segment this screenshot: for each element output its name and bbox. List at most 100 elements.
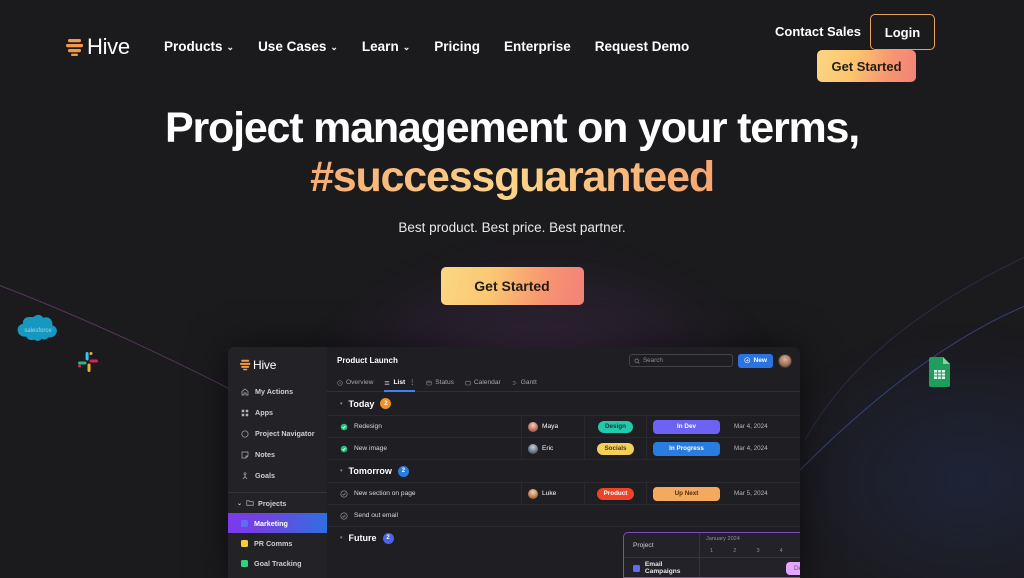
chevron-down-icon: ▾ xyxy=(340,468,343,474)
task-label-cell[interactable]: Socials xyxy=(584,437,646,460)
top-navigation: Hive Products ⌄ Use Cases ⌄ Learn ⌄ Pric… xyxy=(0,0,1024,92)
tab-status-label: Status xyxy=(435,379,454,386)
task-label-cell[interactable]: Product xyxy=(584,482,646,505)
get-started-hero-button[interactable]: Get Started xyxy=(440,266,584,305)
tab-gantt-label: Gantt xyxy=(520,379,537,386)
table-row[interactable]: Send out email xyxy=(327,504,800,526)
task-assignee[interactable]: Eric xyxy=(521,437,584,460)
hero-headline-line2: #successguaranteed xyxy=(0,153,1024,202)
tab-list[interactable]: List ⋮ xyxy=(384,374,415,392)
gantt-day: 5 xyxy=(793,548,800,554)
sidebar-item-notes[interactable]: Notes xyxy=(228,444,327,465)
task-due-date: Mar 5, 2024 xyxy=(734,490,768,497)
gantt-task-bar[interactable]: Design email templates xyxy=(786,562,800,575)
task-status-cell[interactable]: Up Next xyxy=(646,482,726,505)
app-topbar: Product Launch Search New xyxy=(327,347,800,374)
task-name: Redesign xyxy=(354,423,382,430)
app-sidebar: Hive My Actions Apps Project Navigator N… xyxy=(228,347,327,578)
nav-item-use-cases[interactable]: Use Cases ⌄ xyxy=(258,39,338,54)
sidebar-item-project-navigator[interactable]: Project Navigator xyxy=(228,423,327,444)
group-label-today: Today xyxy=(348,398,375,409)
tab-calendar-label: Calendar xyxy=(473,379,501,386)
tab-calendar[interactable]: Calendar xyxy=(465,374,501,392)
home-icon xyxy=(241,388,249,395)
task-status-cell[interactable]: In Progress xyxy=(646,437,726,460)
nav-item-pricing[interactable]: Pricing xyxy=(434,39,480,54)
sidebar-project-goal-tracking[interactable]: Goal Tracking xyxy=(228,553,327,573)
hero-section: Project management on your terms, #succe… xyxy=(0,105,1024,305)
task-assignee[interactable]: Maya xyxy=(521,415,584,438)
chevron-down-icon: ▾ xyxy=(340,535,343,541)
nav-item-enterprise[interactable]: Enterprise xyxy=(504,39,571,54)
group-count-badge: 2 xyxy=(380,398,392,409)
sidebar-project-pr-comms-label: PR Comms xyxy=(254,538,293,548)
gantt-row-label: Email Campaigns xyxy=(644,561,681,575)
tab-overview[interactable]: Overview xyxy=(337,374,373,392)
chevron-down-icon: ⌄ xyxy=(402,42,411,52)
note-icon xyxy=(241,451,249,458)
gantt-header: Project January 2024 1 2 3 4 5 6 7 8 9 1… xyxy=(624,533,800,557)
gantt-timeline-header: January 2024 1 2 3 4 5 6 7 8 9 10 xyxy=(699,533,800,557)
task-complete-icon[interactable] xyxy=(340,423,348,431)
calendar-icon xyxy=(465,380,471,385)
contact-sales-link[interactable]: Contact Sales xyxy=(775,24,861,39)
tab-gantt[interactable]: Gantt xyxy=(512,374,537,392)
task-due-date: Mar 4, 2024 xyxy=(734,445,768,452)
new-button[interactable]: New xyxy=(737,353,773,368)
nav-item-request-demo[interactable]: Request Demo xyxy=(595,39,690,54)
nav-links: Products ⌄ Use Cases ⌄ Learn ⌄ Pricing E… xyxy=(164,39,689,54)
table-row[interactable]: New section on page Luke Product Up Next… xyxy=(327,482,800,505)
site-logo[interactable]: Hive xyxy=(66,34,130,60)
task-status-cell[interactable]: In Dev xyxy=(646,415,726,438)
nav-item-products[interactable]: Products ⌄ xyxy=(164,39,234,54)
task-label-cell[interactable]: Design xyxy=(584,415,646,438)
app-brand-name: Hive xyxy=(253,358,277,372)
task-incomplete-icon[interactable] xyxy=(340,489,348,498)
sidebar-item-my-actions[interactable]: My Actions xyxy=(228,381,327,402)
group-header-tomorrow[interactable]: ▾ Tomorrow 2 xyxy=(327,459,800,482)
task-assignee[interactable]: Luke xyxy=(521,482,584,505)
app-view-tabs: Overview List ⋮ Status Calendar Gantt xyxy=(327,374,800,392)
folder-icon xyxy=(246,500,254,506)
compass-icon xyxy=(241,430,249,437)
gantt-overlay-panel: Project January 2024 1 2 3 4 5 6 7 8 9 1… xyxy=(623,532,800,578)
plus-circle-icon xyxy=(744,357,751,364)
sidebar-projects-header[interactable]: ⌄ Projects xyxy=(228,493,327,513)
tab-status[interactable]: Status xyxy=(426,374,454,392)
get-started-nav-button[interactable]: Get Started xyxy=(817,50,916,82)
search-placeholder: Search xyxy=(642,357,663,364)
hive-logo-icon xyxy=(66,38,83,56)
tab-list-more-icon[interactable]: ⋮ xyxy=(409,379,415,386)
grid-icon xyxy=(241,409,249,416)
sidebar-project-marketing[interactable]: Marketing xyxy=(228,513,327,533)
table-row[interactable]: Redesign Maya Design In Dev Mar 4, 2024 xyxy=(327,415,800,438)
group-header-today[interactable]: ▾ Today 2 xyxy=(327,392,800,415)
group-count-badge: 2 xyxy=(382,532,394,544)
google-sheets-logo xyxy=(929,357,950,387)
clock-icon xyxy=(337,379,343,386)
user-avatar[interactable] xyxy=(778,353,792,368)
hive-logo-icon xyxy=(240,359,251,371)
task-label-badge: Product xyxy=(596,487,635,500)
gantt-day: 3 xyxy=(756,548,760,554)
gantt-row-timeline: Design email templates xyxy=(699,558,800,577)
login-button[interactable]: Login xyxy=(870,14,935,50)
nav-item-learn[interactable]: Learn ⌄ xyxy=(362,39,410,54)
sidebar-item-goals[interactable]: Goals xyxy=(228,465,327,486)
project-color-swatch xyxy=(241,559,248,567)
group-label-tomorrow: Tomorrow xyxy=(348,466,392,476)
gantt-row[interactable]: Email Campaigns Design email templates xyxy=(624,557,800,577)
task-label-badge: Design xyxy=(598,420,633,433)
app-logo[interactable]: Hive xyxy=(228,347,327,372)
avatar xyxy=(528,421,538,432)
sidebar-project-pr-comms[interactable]: PR Comms xyxy=(228,533,327,553)
task-complete-icon[interactable] xyxy=(340,445,348,453)
project-color-swatch xyxy=(241,539,248,547)
sidebar-projects-label: Projects xyxy=(258,498,287,508)
search-input[interactable]: Search xyxy=(628,354,733,367)
task-incomplete-icon[interactable] xyxy=(340,511,348,520)
list-icon xyxy=(385,380,390,385)
table-row[interactable]: New image Eric Socials In Progress Mar 4… xyxy=(327,437,800,460)
sidebar-item-apps[interactable]: Apps xyxy=(228,402,327,423)
sidebar-project-goal-tracking-label: Goal Tracking xyxy=(254,558,302,568)
